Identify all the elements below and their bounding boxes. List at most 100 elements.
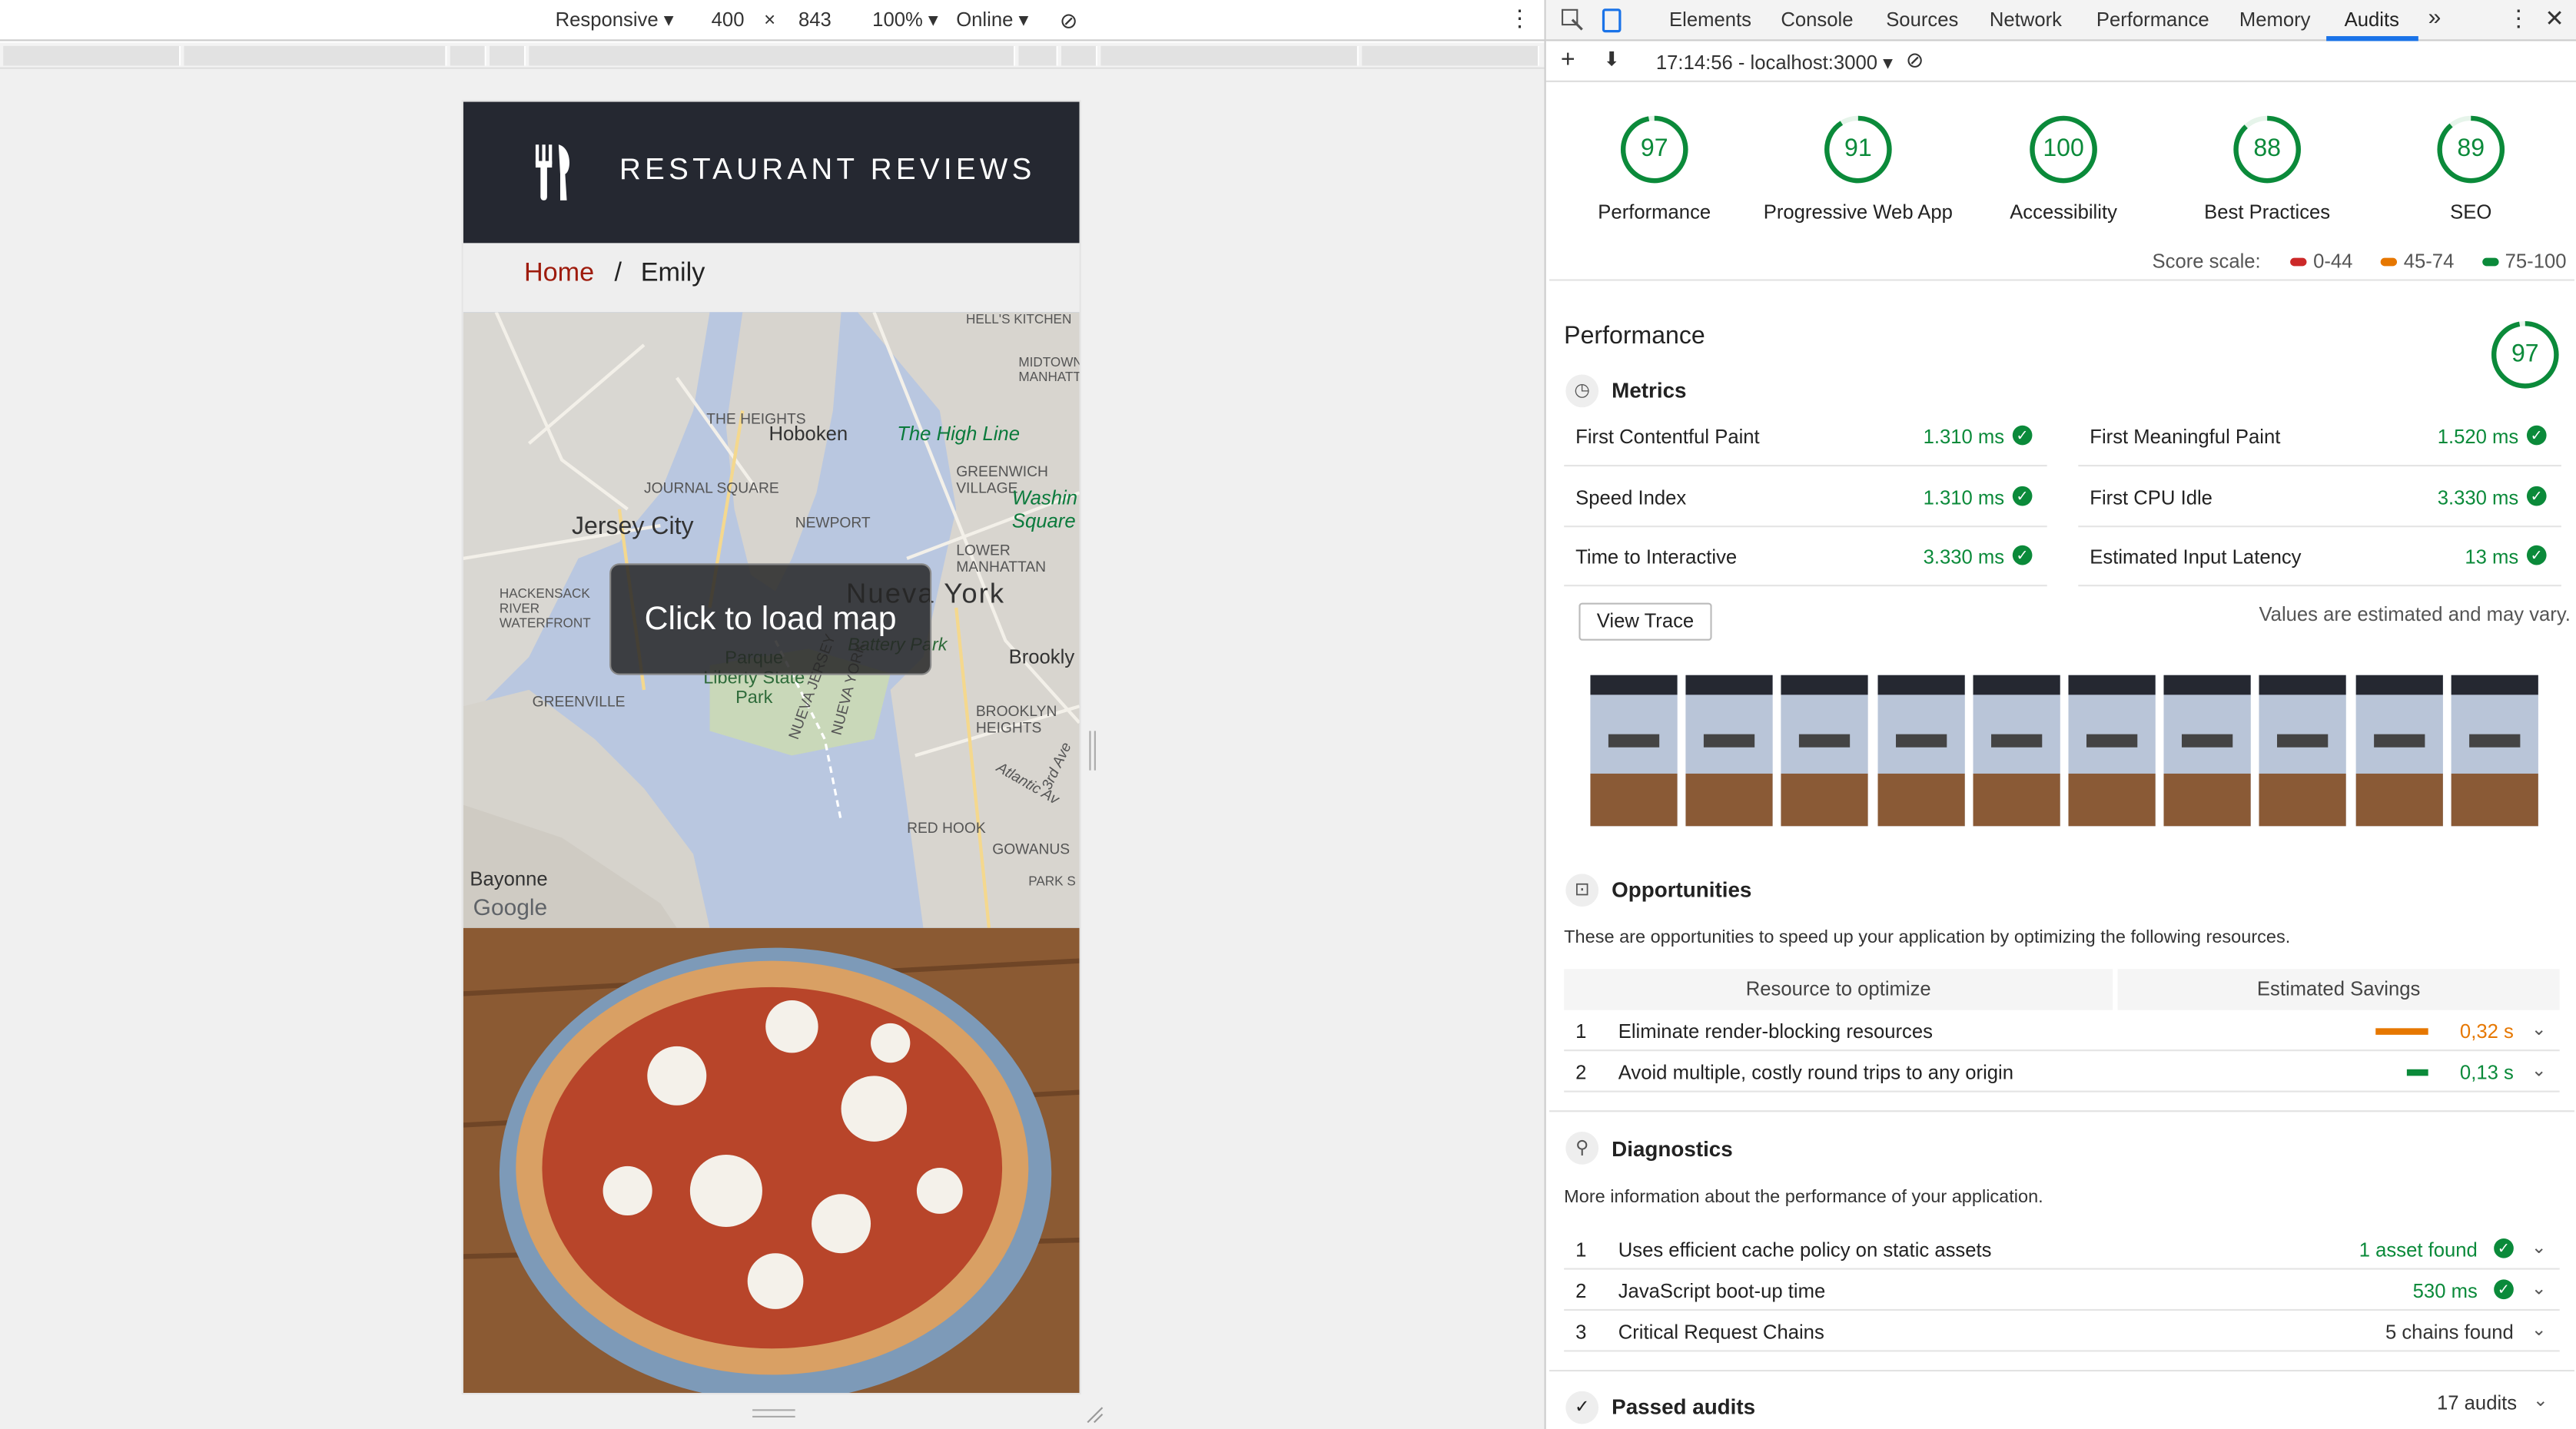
map-label: The High Line (897, 422, 1020, 446)
metric-value: 13 ms (2465, 545, 2519, 569)
tab-console[interactable]: Console (1781, 8, 1853, 31)
passed-audits-title[interactable]: Passed audits (1612, 1394, 1755, 1419)
height-input[interactable]: 843 (798, 8, 832, 31)
frame-photo (2068, 773, 2156, 827)
checkmark-icon: ✓ (1565, 1391, 1599, 1424)
width-input[interactable]: 400 (712, 8, 745, 31)
filmstrip-frame (1973, 675, 2060, 827)
device-mode-select[interactable]: Responsive ▾ (556, 8, 674, 31)
more-tabs-icon[interactable]: » (2428, 3, 2442, 29)
tab-memory[interactable]: Memory (2239, 8, 2311, 31)
scale-high-label: 75-100 (2505, 249, 2567, 273)
ruler-segment[interactable] (490, 45, 526, 66)
map-label: JOURNAL SQUARE (644, 479, 779, 496)
diagnostic-row[interactable]: 1 Uses efficient cache policy on static … (1564, 1228, 2560, 1270)
clear-reports-icon[interactable]: ⊘ (1906, 48, 1924, 74)
chevron-down-icon[interactable]: ⌄ (2531, 1278, 2547, 1299)
rotate-icon[interactable]: ⊘ (1060, 8, 1077, 35)
frame-photo (2355, 773, 2443, 827)
view-trace-button[interactable]: View Trace (1578, 602, 1712, 641)
new-audit-icon[interactable]: + (1561, 46, 1575, 74)
frame-photo (1590, 773, 1678, 827)
pass-check-icon: ✓ (2012, 425, 2033, 446)
frame-map-button (2468, 734, 2520, 748)
map-label: RED HOOK (907, 819, 986, 837)
score-label: Best Practices (2204, 200, 2331, 224)
row-value: 1 asset found (2359, 1238, 2478, 1262)
score-value: 88 (2253, 134, 2282, 163)
divider (1549, 1370, 2574, 1372)
diagnostic-row[interactable]: 2 JavaScript boot-up time 530 ms ✓ ⌄ (1564, 1270, 2560, 1311)
metric-value: 1.310 ms (1923, 425, 2005, 449)
score-gauge[interactable]: 91 (1822, 114, 1894, 186)
score-gauge[interactable]: 100 (2027, 114, 2100, 186)
opportunity-row[interactable]: 2 Avoid multiple, costly round trips to … (1564, 1051, 2560, 1092)
score-label: SEO (2450, 200, 2492, 224)
tab-elements[interactable]: Elements (1669, 8, 1751, 31)
map-label: HELL'S KITCHEN (966, 312, 1072, 327)
metric-name: Speed Index (1575, 486, 1687, 509)
score-gauge[interactable]: 97 (1618, 114, 1691, 186)
ruler-segment[interactable] (1100, 45, 1359, 66)
score-gauge[interactable]: 89 (2435, 114, 2507, 186)
filmstrip-frame (2355, 675, 2443, 827)
filmstrip-frame (2451, 675, 2538, 827)
media-query-ruler[interactable] (0, 42, 1545, 69)
scale-mid-dot (2380, 258, 2398, 267)
ruler-segment[interactable] (450, 45, 486, 66)
ruler-segment[interactable] (1362, 45, 1540, 66)
diagnostic-row[interactable]: 3 Critical Request Chains 5 chains found… (1564, 1311, 2560, 1352)
scale-low-dot (2290, 258, 2307, 267)
report-select[interactable]: 17:14:56 - localhost:3000 ▾ (1656, 51, 1893, 74)
map-label: NEWPORT (795, 514, 871, 531)
tab-performance[interactable]: Performance (2096, 8, 2209, 31)
map-label: GREENVILLE (532, 693, 626, 710)
devtools-menu-icon[interactable]: ⋮ (2507, 5, 2530, 32)
frame-map-button (2086, 734, 2138, 748)
pass-check-icon: ✓ (2526, 545, 2547, 565)
chevron-down-icon[interactable]: ⌄ (2531, 1319, 2547, 1341)
frame-header (2163, 675, 2252, 695)
score-value: 91 (1844, 134, 1872, 163)
more-options-icon[interactable]: ⋮ (1509, 5, 1532, 32)
chevron-down-icon[interactable]: ⌄ (2531, 1237, 2547, 1258)
ruler-segment[interactable] (184, 45, 447, 66)
frame-map-button (1799, 734, 1851, 748)
chevron-down-icon[interactable]: ⌄ (2531, 1018, 2547, 1040)
score-gauge[interactable]: 88 (2231, 114, 2303, 186)
device-toolbar-toggle-icon[interactable] (1602, 8, 1622, 33)
tab-sources[interactable]: Sources (1886, 8, 1958, 31)
ruler-segment[interactable] (1061, 45, 1098, 66)
load-map-button[interactable]: Click to load map (609, 563, 932, 675)
filmstrip-frame (1685, 675, 1774, 827)
frame-header (2451, 675, 2538, 695)
resize-handle-bottom[interactable] (752, 1409, 795, 1418)
breadcrumb-home-link[interactable]: Home (524, 260, 594, 289)
ruler-segment[interactable] (1018, 45, 1058, 66)
report-select-label: 17:14:56 - localhost:3000 (1655, 51, 1878, 75)
metric-name: Time to Interactive (1575, 545, 1738, 569)
static-map[interactable]: Hoboken The High Line Jersey City Nueva … (463, 312, 1080, 928)
chevron-down-icon[interactable]: ⌄ (2531, 1059, 2547, 1081)
inspect-element-icon[interactable] (1561, 8, 1584, 31)
row-index: 1 (1575, 1020, 1587, 1043)
score-label: Accessibility (2010, 200, 2117, 224)
tab-audits[interactable]: Audits (2345, 8, 2399, 31)
site-title[interactable]: RESTAURANT REVIEWS (619, 153, 1036, 187)
opportunity-row[interactable]: 1 Eliminate render-blocking resources 0,… (1564, 1010, 2560, 1052)
resize-handle-right[interactable] (1089, 731, 1096, 771)
resize-corner-icon[interactable] (1084, 1404, 1104, 1424)
filmstrip-frame (1781, 675, 1869, 827)
score-label: Performance (1598, 200, 1711, 224)
score-label: Progressive Web App (1763, 200, 1953, 224)
restaurant-logo-icon[interactable] (533, 144, 576, 201)
pizza-image (463, 927, 1080, 1393)
network-select[interactable]: Online ▾ (956, 8, 1028, 31)
zoom-select[interactable]: 100% ▾ (872, 8, 938, 31)
ruler-segment[interactable] (529, 45, 1016, 66)
download-report-icon[interactable]: ⬇ (1603, 48, 1620, 71)
tab-network[interactable]: Network (1990, 8, 2062, 31)
close-devtools-icon[interactable]: ✕ (2544, 5, 2564, 32)
chevron-down-icon[interactable]: ⌄ (2533, 1390, 2548, 1411)
ruler-segment[interactable] (3, 45, 181, 66)
